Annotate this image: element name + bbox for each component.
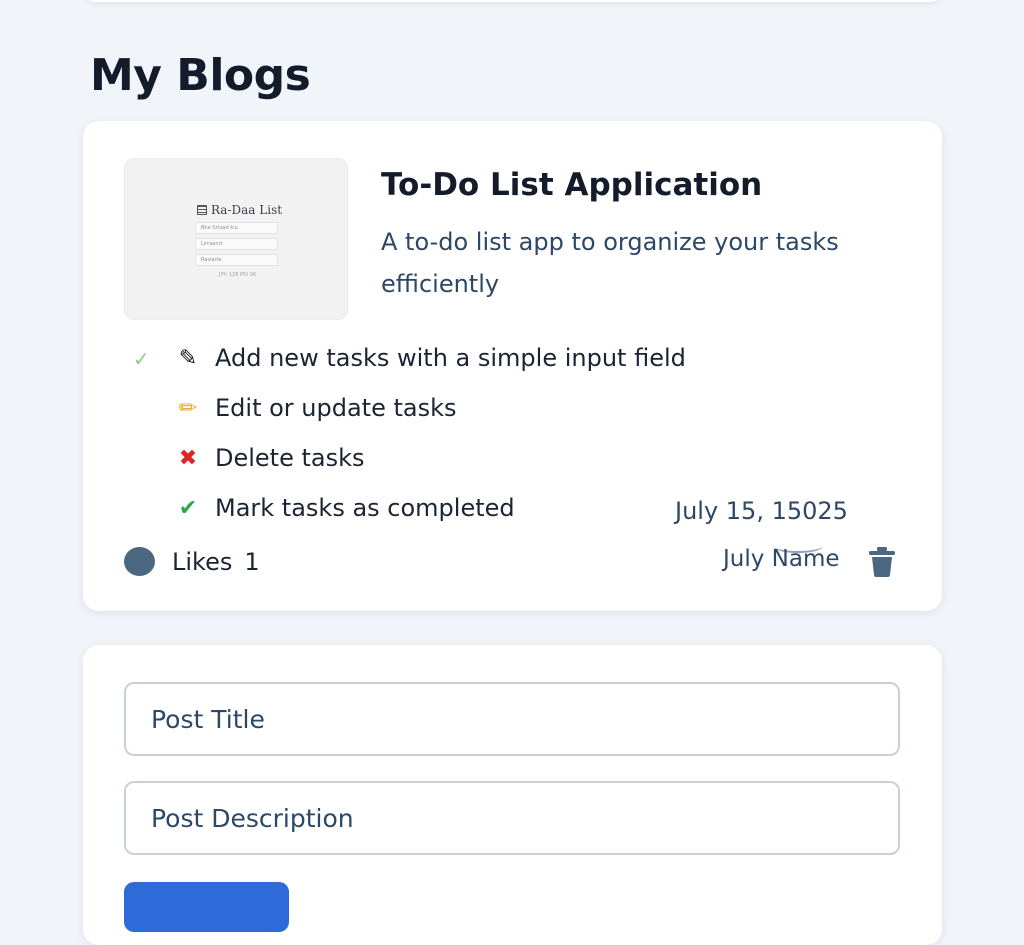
page-title: My Blogs — [90, 50, 311, 101]
blog-description: A to-do list app to organize your tasks … — [381, 228, 839, 298]
pen-icon: ✎ — [178, 345, 198, 371]
check-icon: ✓ — [133, 347, 150, 371]
cross-mark-icon: ✖ — [178, 445, 198, 471]
thumbnail-title: Ra-Daa List — [197, 203, 282, 217]
post-description-input[interactable] — [124, 781, 900, 855]
blog-title[interactable]: To-Do List Application — [381, 167, 762, 203]
trash-icon[interactable] — [869, 547, 895, 577]
thumbnail-row: Bhe Srtoad kiu — [195, 222, 278, 234]
thumbnail-row: Rasiarte — [195, 254, 278, 266]
thumbnail-footer: [Ph 128 PDi 06 — [219, 272, 257, 278]
likes-count: 1 — [244, 547, 260, 576]
thumbnail-row: Lirraanrt — [195, 238, 278, 250]
author-name: July Name — [723, 546, 840, 572]
like-icon[interactable] — [124, 547, 155, 576]
list-icon — [197, 205, 207, 215]
submit-post-button[interactable] — [124, 882, 289, 932]
blog-thumbnail[interactable]: Ra-Daa List Bhe Srtoad kiu Lirraanrt Ras… — [124, 158, 348, 320]
blog-card: Ra-Daa List Bhe Srtoad kiu Lirraanrt Ras… — [83, 121, 942, 611]
check-mark-icon: ✔ — [178, 495, 198, 521]
likes-label: Likes — [172, 547, 233, 576]
likes[interactable]: Likes 1 — [124, 547, 260, 576]
pencil-icon: ✏ — [178, 395, 198, 421]
new-post-form — [83, 645, 942, 945]
previous-card — [84, 0, 942, 2]
post-date: July 15, 15025 — [675, 497, 848, 525]
post-title-input[interactable] — [124, 682, 900, 756]
